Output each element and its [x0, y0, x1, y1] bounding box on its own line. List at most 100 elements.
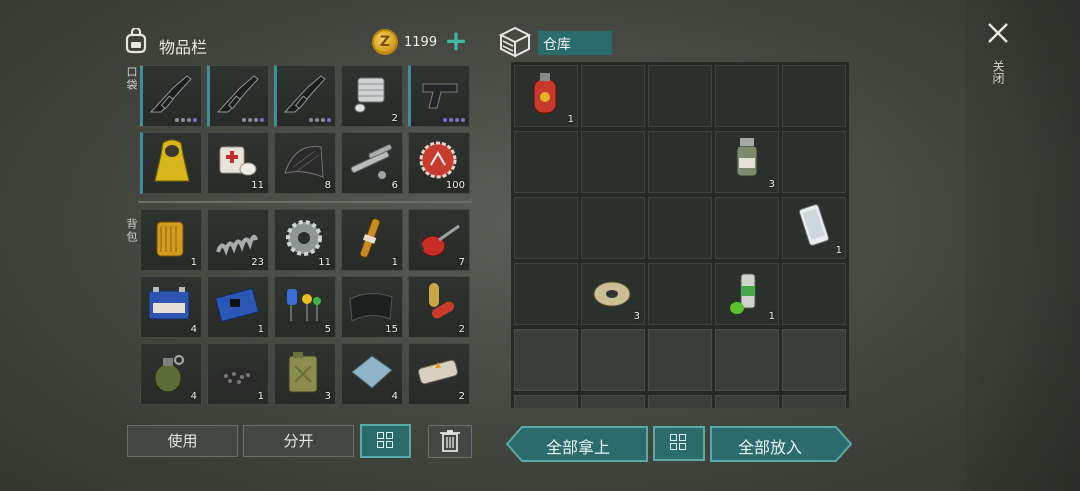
backpack-slot[interactable]: 3 — [274, 343, 336, 405]
item-quantity: 1 — [768, 311, 775, 322]
split-button[interactable]: 分开 — [243, 425, 354, 457]
close-label: 关闭 — [991, 60, 1005, 84]
pocket-slot[interactable]: 100 — [408, 132, 470, 194]
pocket-slot[interactable]: 11 — [207, 132, 269, 194]
backpack-label: 背包 — [125, 218, 138, 244]
item-quantity: 4 — [391, 391, 398, 402]
pocket-slot[interactable]: 8 — [274, 132, 336, 194]
storage-slot[interactable] — [514, 263, 578, 325]
storage-slot[interactable] — [514, 131, 578, 193]
storage-slot[interactable] — [514, 329, 578, 391]
section-divider — [138, 201, 472, 203]
storage-slot[interactable] — [648, 263, 712, 325]
storage-slot[interactable] — [514, 395, 578, 408]
backpack-slot[interactable]: 7 — [408, 209, 470, 271]
rifle-icon — [283, 75, 326, 113]
pocket-slot[interactable]: 6 — [341, 132, 403, 194]
item-quantity: 2 — [458, 324, 465, 335]
pocket-slot[interactable] — [140, 132, 202, 194]
storage-slot[interactable] — [648, 395, 712, 408]
close-button[interactable]: 关闭 — [985, 20, 1011, 100]
item-quantity: 6 — [391, 180, 398, 191]
backpack-slot[interactable]: 15 — [341, 276, 403, 338]
storage-item[interactable]: 1 — [715, 262, 779, 324]
backpack-slot[interactable]: 1 — [140, 209, 202, 271]
pocket-label: 口袋 — [125, 66, 138, 92]
take-all-button[interactable]: 全部拿上 — [506, 426, 648, 462]
storage-title-tab: 仓库 — [538, 31, 612, 55]
item-quantity: 1 — [257, 324, 264, 335]
trash-button[interactable] — [428, 425, 472, 458]
backpack-slot[interactable]: 2 — [408, 276, 470, 338]
backpack-slot[interactable]: 5 — [274, 276, 336, 338]
item-quantity: 1 — [257, 391, 264, 402]
storage-slot[interactable] — [581, 329, 645, 391]
item-quantity: 1 — [835, 245, 842, 256]
storage-slot[interactable] — [581, 395, 645, 408]
storage-slot[interactable] — [782, 395, 846, 408]
backpack-slot[interactable]: 4 — [140, 343, 202, 405]
storage-slot[interactable] — [648, 65, 712, 127]
storage-slot[interactable] — [648, 197, 712, 259]
sort-inventory-button[interactable] — [360, 424, 411, 458]
storage-box-icon — [497, 25, 533, 59]
storage-item[interactable]: 3 — [715, 130, 779, 192]
inventory-title: 物品栏 — [159, 38, 208, 57]
right-sidebar — [965, 0, 1080, 491]
storage-slot[interactable] — [581, 197, 645, 259]
backpack-slot[interactable]: 1 — [207, 276, 269, 338]
sort-storage-button[interactable] — [653, 426, 705, 461]
storage-slot[interactable] — [581, 65, 645, 127]
pocket-slot[interactable]: 2 — [341, 65, 403, 127]
item-quantity: 15 — [385, 324, 398, 335]
storage-item[interactable]: 1 — [782, 196, 846, 258]
pocket-slot[interactable] — [140, 65, 202, 127]
storage-slot[interactable] — [782, 329, 846, 391]
storage-slot[interactable] — [715, 329, 779, 391]
add-coins-button[interactable]: + — [444, 27, 468, 55]
item-quantity: 3 — [768, 179, 775, 190]
storage-slot[interactable] — [715, 65, 779, 127]
storage-item[interactable]: 3 — [580, 262, 644, 324]
item-quantity: 23 — [251, 257, 264, 268]
use-button[interactable]: 使用 — [127, 425, 238, 457]
rifle-icon — [216, 75, 259, 113]
backpack-slot[interactable]: 23 — [207, 209, 269, 271]
grid-sort-icon — [376, 432, 395, 450]
item-quantity: 1 — [391, 257, 398, 268]
storage-slot[interactable] — [782, 263, 846, 325]
take-all-label: 全部拿上 — [546, 438, 611, 457]
storage-slot[interactable] — [648, 329, 712, 391]
coin-icon: Z — [372, 29, 398, 55]
storage-title: 仓库 — [543, 37, 571, 53]
item-quantity: 11 — [318, 257, 331, 268]
backpack-slot[interactable]: 1 — [207, 343, 269, 405]
pocket-slot[interactable] — [274, 65, 336, 127]
backpack-slot[interactable]: 4 — [140, 276, 202, 338]
storage-slot[interactable] — [782, 131, 846, 193]
item-quantity: 7 — [458, 257, 465, 268]
quality-dots — [309, 118, 331, 122]
item-quantity: 8 — [324, 180, 331, 191]
storage-slot[interactable] — [715, 197, 779, 259]
storage-slot[interactable] — [648, 131, 712, 193]
item-quantity: 4 — [190, 324, 197, 335]
storage-slot[interactable] — [715, 395, 779, 408]
put-all-button[interactable]: 全部放入 — [710, 426, 852, 462]
item-quantity: 3 — [633, 311, 640, 322]
backpack-slot[interactable]: 2 — [408, 343, 470, 405]
backpack-slot[interactable]: 11 — [274, 209, 336, 271]
pocket-slot[interactable] — [207, 65, 269, 127]
storage-slot[interactable] — [514, 197, 578, 259]
backpack-slot[interactable]: 4 — [341, 343, 403, 405]
backpack-slot[interactable]: 1 — [341, 209, 403, 271]
storage-slot[interactable] — [782, 65, 846, 127]
item-quantity: 1 — [567, 114, 574, 125]
grid-sort-icon — [670, 434, 688, 452]
trash-icon — [440, 430, 460, 452]
put-all-label: 全部放入 — [738, 438, 803, 457]
pocket-slot[interactable] — [408, 65, 470, 127]
item-quantity: 2 — [391, 113, 398, 124]
storage-item[interactable]: 1 — [514, 65, 578, 127]
storage-slot[interactable] — [581, 131, 645, 193]
